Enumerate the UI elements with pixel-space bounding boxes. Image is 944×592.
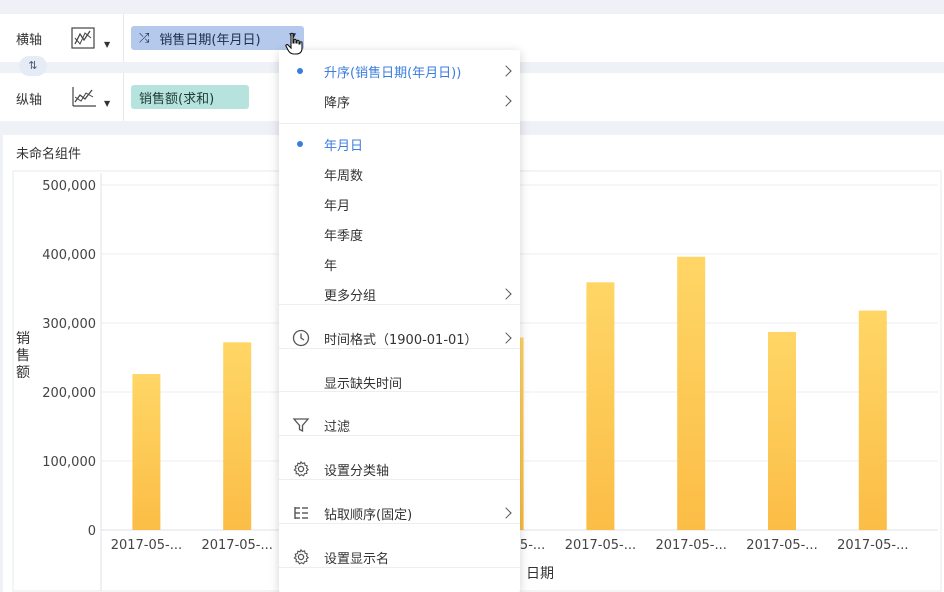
- menu-item[interactable]: 时间格式（1900-01-01）: [279, 323, 520, 353]
- bar: [858, 310, 887, 530]
- chevron-down-icon: ▼: [104, 99, 111, 108]
- menu-item-label: 设置显示名: [324, 551, 390, 567]
- bar: [677, 256, 706, 530]
- y-field-label: 销售额(求和): [139, 91, 215, 107]
- x-tick-label: 2017-05-...: [837, 538, 908, 553]
- menu-item[interactable]: 过滤: [279, 410, 520, 440]
- menu-item[interactable]: 显示缺失时间: [279, 367, 520, 397]
- x-tick-label: 2017-05-...: [565, 538, 636, 553]
- menu-item[interactable]: 年: [279, 249, 520, 279]
- divider: [123, 73, 124, 121]
- swap-axes-icon[interactable]: ⇅: [19, 56, 47, 76]
- menu-item[interactable]: 降序: [279, 86, 520, 116]
- menu-item-label: 降序: [324, 95, 351, 111]
- chevron-right-icon: [500, 65, 512, 77]
- chevron-right-icon: [500, 95, 512, 107]
- menu-item-label: 年季度: [324, 228, 364, 244]
- y-tick-label: 100,000: [42, 455, 96, 470]
- menu-item-label: 更多分组: [324, 288, 377, 304]
- clock-icon: [291, 328, 311, 348]
- menu-item-label: 升序(销售日期(年月日)): [324, 65, 462, 81]
- x-tick-label: 2017-05-...: [111, 538, 182, 553]
- y-tick-label: 400,000: [42, 248, 96, 263]
- x-axis-title: 日期: [526, 566, 554, 582]
- selected-dot-icon: [297, 68, 303, 74]
- menu-item-label: 年月日: [324, 138, 364, 154]
- menu-item[interactable]: 更多分组: [279, 279, 520, 309]
- menu-item-label: 钻取顺序(固定): [324, 507, 413, 523]
- x-field-pill[interactable]: ⤮ 销售日期(年月日) ▼: [131, 26, 304, 50]
- line-chart-icon: [71, 27, 95, 49]
- x-tick-label: 2017-05-...: [201, 538, 272, 553]
- divider: [123, 14, 124, 62]
- drill-order-icon: [291, 503, 311, 523]
- x-chart-type-button[interactable]: ▼: [70, 20, 116, 56]
- menu-item[interactable]: 年月日: [279, 129, 520, 159]
- chevron-right-icon: [500, 288, 512, 300]
- y-field-pill[interactable]: 销售额(求和): [131, 85, 249, 109]
- shuffle-icon: ⤮: [139, 30, 150, 46]
- filter-icon: [291, 415, 311, 435]
- bar: [586, 282, 615, 530]
- y-tick-label: 0: [88, 524, 96, 539]
- menu-item[interactable]: 年季度: [279, 219, 520, 249]
- gear-icon: [291, 459, 311, 479]
- gear-icon: [291, 547, 311, 567]
- bar: [223, 342, 252, 530]
- y-axis-label: 纵轴: [16, 93, 43, 108]
- y-tick-label: 500,000: [42, 179, 96, 194]
- menu-item-label: 设置分类轴: [324, 463, 390, 479]
- field-context-menu: 升序(销售日期(年月日)) 降序年月日年周数年月年季度年更多分组时间格式（1900…: [279, 50, 520, 592]
- menu-item-label: 显示缺失时间: [324, 376, 403, 392]
- bar: [768, 331, 796, 530]
- menu-item[interactable]: 年月: [279, 189, 520, 219]
- menu-item[interactable]: 设置显示名: [279, 542, 520, 572]
- y-chart-type-button[interactable]: ▼: [70, 79, 116, 115]
- bar: [132, 374, 161, 530]
- x-field-label: 销售日期(年月日): [159, 32, 261, 48]
- y-tick-label: 300,000: [42, 317, 96, 332]
- chevron-right-icon: [500, 332, 512, 344]
- menu-item[interactable]: 升序(销售日期(年月日)): [279, 56, 520, 86]
- menu-item-label: 年: [324, 258, 338, 274]
- y-tick-label: 200,000: [42, 386, 96, 401]
- line-chart-icon: [72, 87, 96, 107]
- menu-item[interactable]: 钻取顺序(固定): [279, 498, 520, 528]
- x-tick-label: 2017-05-...: [655, 538, 726, 553]
- menu-item[interactable]: 设置分类轴: [279, 454, 520, 484]
- y-axis-title: 销售额: [16, 331, 30, 381]
- hand-cursor-icon: [285, 32, 303, 55]
- selected-dot-icon: [297, 141, 303, 147]
- chevron-down-icon: ▼: [104, 40, 111, 49]
- menu-item-label: 年周数: [324, 168, 364, 184]
- chevron-right-icon: [500, 507, 512, 519]
- x-tick-label: 2017-05-...: [746, 538, 817, 553]
- menu-separator: [279, 123, 520, 124]
- menu-item-label: 年月: [324, 198, 351, 214]
- menu-item-label: 时间格式（1900-01-01）: [324, 332, 478, 348]
- menu-item[interactable]: 年周数: [279, 159, 520, 189]
- menu-item-label: 过滤: [324, 419, 351, 435]
- x-axis-label: 横轴: [16, 33, 43, 48]
